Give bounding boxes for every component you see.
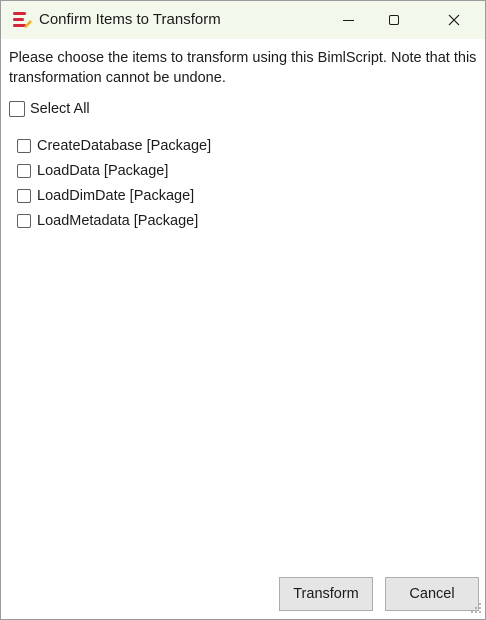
minimize-icon (342, 19, 354, 21)
list-item-label: CreateDatabase [Package] (37, 138, 212, 154)
maximize-button[interactable] (371, 1, 417, 39)
list-item-label: LoadData [Package] (37, 163, 169, 179)
checkbox-box[interactable] (17, 189, 31, 203)
window-title: Confirm Items to Transform (39, 11, 221, 28)
title-bar[interactable]: Confirm Items to Transform (1, 1, 485, 39)
minimize-button[interactable] (325, 1, 371, 39)
instruction-message: Please choose the items to transform usi… (9, 50, 477, 86)
maximize-icon (389, 15, 399, 25)
checkbox-box[interactable] (17, 139, 31, 153)
list-item-label: LoadDimDate [Package] (37, 188, 195, 204)
dialog-window: Confirm Items to Transform Please choose… (0, 0, 486, 620)
close-icon (448, 14, 460, 26)
list-item-checkbox[interactable]: LoadMetadata [Package] (17, 213, 198, 229)
cancel-button[interactable]: Cancel (385, 577, 479, 611)
resize-grip-icon[interactable] (469, 601, 483, 615)
transform-button[interactable]: Transform (279, 577, 373, 611)
checkbox-box[interactable] (9, 101, 25, 117)
biml-app-icon (13, 12, 32, 28)
list-item-checkbox[interactable]: CreateDatabase [Package] (17, 138, 211, 154)
select-all-checkbox[interactable]: Select All (9, 101, 90, 117)
list-item-checkbox[interactable]: LoadData [Package] (17, 163, 168, 179)
list-item-checkbox[interactable]: LoadDimDate [Package] (17, 188, 194, 204)
select-all-label: Select All (30, 101, 90, 117)
close-button[interactable] (431, 1, 477, 39)
checkbox-box[interactable] (17, 214, 31, 228)
list-item-label: LoadMetadata [Package] (37, 213, 199, 229)
checkbox-box[interactable] (17, 164, 31, 178)
